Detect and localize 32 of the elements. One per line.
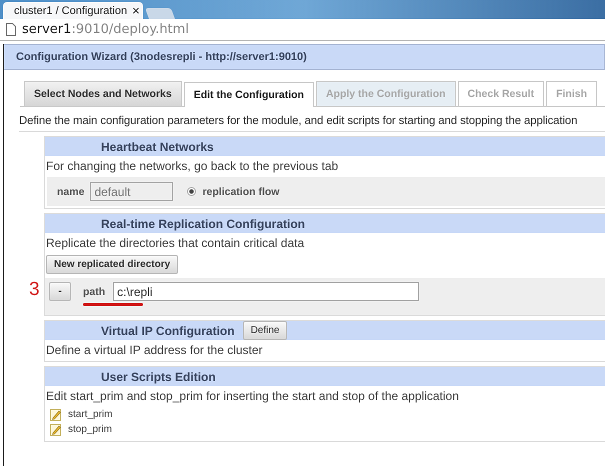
pencil-icon	[50, 423, 62, 436]
wizard-tab[interactable]: Select Nodes and Networks	[24, 81, 182, 106]
section-title: Virtual IP Configuration	[101, 324, 235, 338]
tab-title: cluster1 / Configuration	[14, 4, 128, 16]
browser-tab[interactable]: cluster1 / Configuration ×	[3, 2, 143, 19]
path-field[interactable]: c:\repli	[113, 282, 420, 301]
radio-button[interactable]	[187, 187, 196, 196]
wizard-title: Configuration Wizard (3nodesrepli - http://server1:9010)	[4, 44, 605, 70]
section-note: Define a virtual IP address for the cluster	[45, 342, 264, 359]
section-note: For changing the networks, go back to the previous tab	[45, 158, 340, 175]
script-link[interactable]: start_prim	[68, 409, 112, 420]
page-icon	[6, 23, 16, 36]
name-label: name	[57, 186, 84, 198]
path-label: path	[83, 286, 106, 298]
name-field[interactable]: default	[90, 182, 174, 201]
section-title: User Scripts Edition	[101, 370, 216, 384]
section-note: Replicate the directories that contain critical data	[45, 235, 306, 252]
radio-label: replication flow	[202, 186, 280, 198]
section-title: Real-time Replication Configuration	[101, 216, 306, 230]
script-link[interactable]: stop_prim	[68, 424, 112, 435]
define-button[interactable]: Define	[242, 321, 288, 340]
pencil-icon	[50, 408, 62, 421]
annotation-number: 3	[29, 279, 40, 301]
new-directory-button[interactable]: New replicated directory	[46, 255, 178, 274]
remove-button[interactable]: -	[49, 282, 71, 301]
address-field[interactable]: server1:9010/deploy.html	[22, 22, 189, 37]
annotation-underline	[83, 302, 143, 306]
close-icon[interactable]: ×	[132, 3, 140, 18]
wizard-tab[interactable]: Edit the Configuration	[184, 82, 314, 107]
intro-text: Define the main configuration parameters for the module, and edit scripts for starting and stopping the application	[19, 115, 605, 132]
section-title: Heartbeat Networks	[101, 140, 214, 154]
section-note: Edit start_prim and stop_prim for inserting the start and stop of the application	[45, 388, 460, 405]
